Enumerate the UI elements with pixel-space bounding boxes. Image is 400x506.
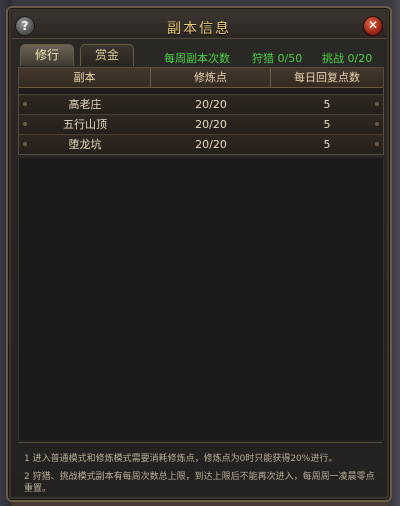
dungeon-points: 20/20 xyxy=(195,138,227,151)
dungeon-recovery: 5 xyxy=(323,118,331,131)
hunt-count: 狩猎 0/50 xyxy=(252,52,303,65)
close-icon[interactable]: ✕ xyxy=(363,16,383,36)
dungeon-table: 副本 修炼点 每日回复点数 高老庄 20/20 5 五行山顶 20/20 5 堕… xyxy=(18,67,384,155)
table-row[interactable]: 高老庄 20/20 5 xyxy=(19,94,383,114)
challenge-count: 挑战 0/20 xyxy=(322,52,373,65)
header-daily-recovery: 每日回复点数 xyxy=(294,71,360,84)
row-ornament xyxy=(375,122,379,126)
row-ornament xyxy=(23,102,27,106)
note-2: 2 狩猎、挑战模式副本有每周次数总上限，到达上限后不能再次进入，每周周一凌晨零点… xyxy=(24,472,375,494)
table-row[interactable]: 堕龙坑 20/20 5 xyxy=(19,134,383,154)
row-ornament xyxy=(23,122,27,126)
header-dungeon: 副本 xyxy=(19,68,151,87)
row-ornament xyxy=(23,142,27,146)
row-ornament xyxy=(375,102,379,106)
dungeon-info-window: ? 副本信息 ✕ 修行 赏金 每周副本次数 狩猎 0/50 挑战 0/20 副本… xyxy=(6,6,392,502)
note-1: 1 进入普通模式和修炼模式需要消耗修炼点，修炼点为0时只能获得20%进行。 xyxy=(24,454,338,464)
dungeon-points: 20/20 xyxy=(195,98,227,111)
table-row[interactable]: 五行山顶 20/20 5 xyxy=(19,114,383,134)
dungeon-name: 高老庄 xyxy=(68,98,102,111)
dungeon-name: 堕龙坑 xyxy=(68,138,102,151)
dungeon-recovery: 5 xyxy=(323,98,331,111)
notes-section: 1 进入普通模式和修炼模式需要消耗修炼点，修炼点为0时只能获得20%进行。 2 … xyxy=(18,442,382,501)
tab-shangjin[interactable]: 赏金 xyxy=(80,44,134,66)
weekly-count-label: 每周副本次数 xyxy=(164,52,230,65)
dungeon-points: 20/20 xyxy=(195,118,227,131)
tab-xiuxing[interactable]: 修行 xyxy=(20,44,74,66)
row-ornament xyxy=(375,142,379,146)
table-header: 副本 修炼点 每日回复点数 xyxy=(19,68,383,88)
tab-bar: 修行 赏金 xyxy=(20,44,150,68)
dungeon-name: 五行山顶 xyxy=(63,118,107,131)
dungeon-recovery: 5 xyxy=(323,138,331,151)
window-title: 副本信息 xyxy=(167,21,231,37)
title-bar[interactable]: ? 副本信息 ✕ xyxy=(12,12,386,39)
header-points: 修炼点 xyxy=(151,68,271,87)
empty-content-area xyxy=(18,158,384,440)
